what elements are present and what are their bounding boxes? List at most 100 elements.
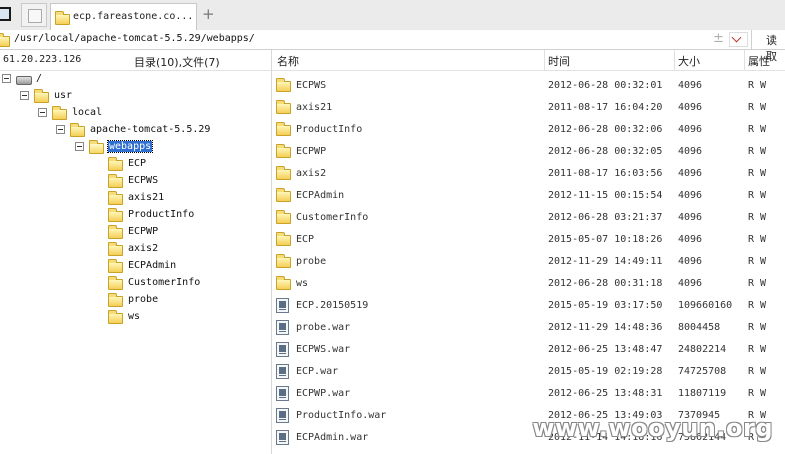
file-name: probe bbox=[296, 256, 327, 267]
file-icon bbox=[276, 364, 289, 379]
plus-minus-icon[interactable]: ± bbox=[713, 31, 724, 46]
tab-active[interactable]: ecp.fareastone.co... bbox=[50, 3, 197, 30]
item-summary: 目录(10),文件(7) bbox=[134, 56, 220, 69]
file-row[interactable]: ws 2012-06-28 00:31:18 4096 R W bbox=[272, 273, 785, 295]
address-input[interactable]: /usr/local/apache-tomcat-5.5.29/webapps/ bbox=[14, 33, 255, 44]
tree-node[interactable]: / bbox=[2, 71, 271, 87]
chevron-down-icon bbox=[731, 32, 742, 43]
file-attr: R W bbox=[748, 366, 767, 377]
tree-node[interactable]: ProductInfo bbox=[94, 207, 271, 223]
folder-icon bbox=[108, 225, 123, 239]
file-attr: R W bbox=[748, 168, 767, 179]
file-time: 2012-06-25 13:48:31 bbox=[548, 388, 663, 399]
file-row[interactable]: ECPWP 2012-06-28 00:32:05 4096 R W bbox=[272, 141, 785, 163]
new-tab-button[interactable]: + bbox=[202, 5, 215, 23]
file-row[interactable]: ProductInfo 2012-06-28 00:32:06 4096 R W bbox=[272, 119, 785, 141]
folder-icon bbox=[108, 259, 123, 273]
tree-node[interactable]: axis21 bbox=[94, 190, 271, 206]
file-name: ws bbox=[296, 278, 309, 289]
file-size: 4096 bbox=[678, 168, 703, 179]
file-attr: R W bbox=[748, 388, 767, 399]
file-time: 2015-05-07 10:18:26 bbox=[548, 234, 663, 245]
tree-node[interactable]: webapps bbox=[75, 139, 271, 155]
folder-icon bbox=[276, 276, 291, 290]
tree-node-label: ws bbox=[128, 311, 141, 322]
tree-node[interactable]: ECPAdmin bbox=[94, 258, 271, 274]
folder-icon bbox=[70, 123, 85, 137]
file-time: 2012-06-25 13:48:47 bbox=[548, 344, 663, 355]
collapse-icon[interactable] bbox=[20, 91, 29, 100]
file-icon bbox=[276, 430, 289, 445]
watermark: www.wooyun.org bbox=[532, 414, 773, 442]
column-separator[interactable] bbox=[544, 50, 545, 70]
tree-node[interactable]: ECPWS bbox=[94, 173, 271, 189]
tree-node[interactable]: ws bbox=[94, 309, 271, 325]
tree-node[interactable]: usr bbox=[20, 88, 271, 104]
file-row[interactable]: ECPWP.war 2012-06-25 13:48:31 11807119 R W bbox=[272, 383, 785, 405]
column-attr[interactable]: 属性 bbox=[748, 53, 770, 69]
file-row[interactable]: ECP.20150519 2015-05-19 03:17:50 109660160… bbox=[272, 295, 785, 317]
file-icon bbox=[276, 320, 289, 335]
read-button[interactable]: 读取 bbox=[751, 30, 785, 63]
column-size[interactable]: 大小 bbox=[678, 53, 700, 69]
tree-node[interactable]: ECPWP bbox=[94, 224, 271, 240]
blank-tab[interactable] bbox=[21, 3, 47, 27]
file-time: 2012-06-28 00:32:06 bbox=[548, 124, 663, 135]
tree-node[interactable]: probe bbox=[94, 292, 271, 308]
file-row[interactable]: probe.war 2012-11-29 14:48:36 8004458 R W bbox=[272, 317, 785, 339]
address-dropdown-button[interactable] bbox=[729, 32, 748, 47]
tree-node[interactable]: local bbox=[38, 105, 271, 121]
file-row[interactable]: ECPWS.war 2012-06-25 13:48:47 24802214 R W bbox=[272, 339, 785, 361]
column-separator[interactable] bbox=[744, 50, 745, 70]
file-attr: R W bbox=[748, 146, 767, 157]
file-name: ECP.war bbox=[296, 366, 339, 377]
file-name: ECPAdmin.war bbox=[296, 432, 369, 443]
folder-icon bbox=[276, 254, 291, 268]
file-row[interactable]: probe 2012-11-29 14:49:11 4096 R W bbox=[272, 251, 785, 273]
column-name[interactable]: 名称 bbox=[277, 53, 299, 69]
tree-node-label: axis21 bbox=[128, 192, 165, 203]
window-icon[interactable] bbox=[0, 7, 11, 21]
folder-icon bbox=[108, 208, 123, 222]
folder-icon bbox=[108, 310, 123, 324]
tab-title: ecp.fareastone.co... bbox=[73, 11, 194, 22]
file-attr: R W bbox=[748, 344, 767, 355]
file-row[interactable]: ECP 2015-05-07 10:18:26 4096 R W bbox=[272, 229, 785, 251]
tree-node-label: probe bbox=[128, 294, 159, 305]
tree-node[interactable]: apache-tomcat-5.5.29 bbox=[56, 122, 271, 138]
file-row[interactable]: ECPWS 2012-06-28 00:32:01 4096 R W bbox=[272, 75, 785, 97]
collapse-icon[interactable] bbox=[75, 142, 84, 151]
tree-node[interactable]: CustomerInfo bbox=[94, 275, 271, 291]
column-time[interactable]: 时间 bbox=[548, 53, 570, 69]
folder-icon bbox=[276, 122, 291, 136]
address-bar: /usr/local/apache-tomcat-5.5.29/webapps/… bbox=[0, 30, 785, 63]
file-size: 4096 bbox=[678, 102, 703, 113]
folder-icon bbox=[0, 33, 10, 47]
collapse-icon[interactable] bbox=[56, 125, 65, 134]
file-row[interactable]: ECPAdmin 2012-11-15 00:15:54 4096 R W bbox=[272, 185, 785, 207]
folder-icon bbox=[108, 191, 123, 205]
file-icon bbox=[276, 386, 289, 401]
page-icon bbox=[28, 9, 42, 23]
file-size: 4096 bbox=[678, 190, 703, 201]
directory-tree: / usr local apache-tomcat-5.5.29 webapps ECP E… bbox=[0, 71, 271, 454]
collapse-icon[interactable] bbox=[38, 108, 47, 117]
tree-node[interactable]: ECP bbox=[94, 156, 271, 172]
tree-node[interactable]: axis2 bbox=[94, 241, 271, 257]
file-row[interactable]: axis21 2011-08-17 16:04:20 4096 R W bbox=[272, 97, 785, 119]
folder-icon bbox=[108, 242, 123, 256]
file-row[interactable]: axis2 2011-08-17 16:03:56 4096 R W bbox=[272, 163, 785, 185]
file-row[interactable]: ECP.war 2015-05-19 02:19:28 74725708 R W bbox=[272, 361, 785, 383]
tree-node-label: ECP bbox=[128, 158, 147, 169]
column-separator[interactable] bbox=[674, 50, 675, 70]
collapse-icon[interactable] bbox=[2, 74, 11, 83]
file-time: 2015-05-19 03:17:50 bbox=[548, 300, 663, 311]
file-name: axis2 bbox=[296, 168, 327, 179]
file-name: ECP bbox=[296, 234, 315, 245]
file-attr: R W bbox=[748, 234, 767, 245]
tree-node-label: axis2 bbox=[128, 243, 159, 254]
file-name: CustomerInfo bbox=[296, 212, 369, 223]
file-row[interactable]: CustomerInfo 2012-06-28 03:21:37 4096 R W bbox=[272, 207, 785, 229]
folder-icon bbox=[52, 106, 67, 120]
tree-node-label: ECPWS bbox=[128, 175, 159, 186]
